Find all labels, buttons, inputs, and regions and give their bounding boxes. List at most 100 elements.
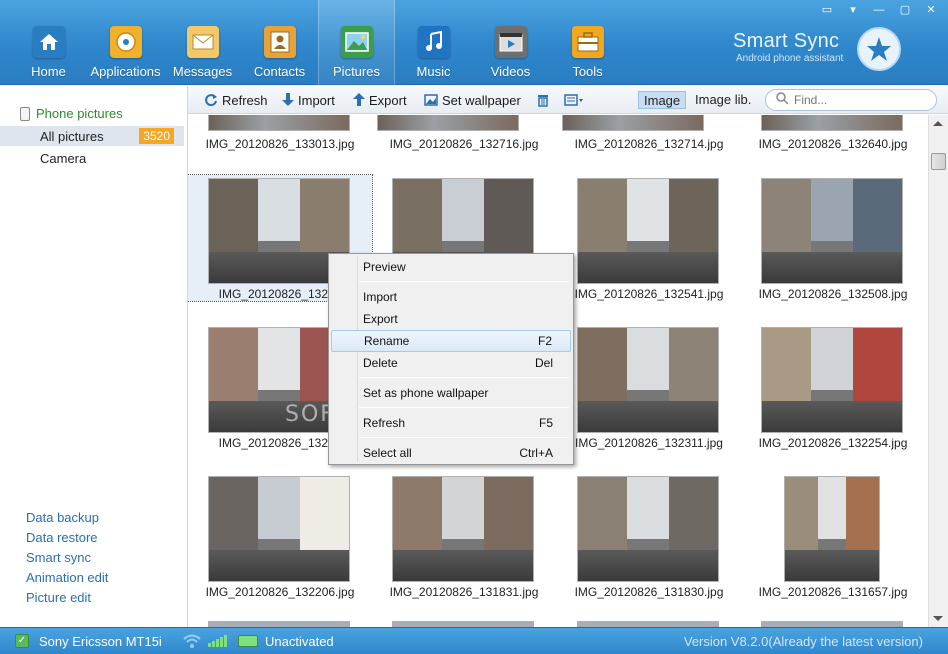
search-box[interactable] [765,89,937,111]
delete-button[interactable] [536,92,554,108]
nav-music-button[interactable]: Music [395,0,472,85]
nav-contacts-button[interactable]: Contacts [241,0,318,85]
menu-item-export[interactable]: Export [331,308,571,330]
animation-edit-link[interactable]: Animation edit [26,568,108,588]
menu-item-label: Select all [363,446,412,460]
refresh-button[interactable]: Refresh [204,92,268,108]
photo-frame [557,175,741,301]
photo-caption: IMG_20120826_131831.jpg [389,585,539,599]
nav-videos-button[interactable]: Videos [472,0,549,85]
photo-item[interactable]: IMG_20120826_131830.jpg [557,473,741,601]
export-button[interactable]: Export [353,92,407,108]
nav-pictures-button[interactable]: Pictures [318,0,395,85]
list-view-icon [564,93,584,107]
menu-separator [359,407,569,408]
nav-applications-button[interactable]: Applications [87,0,164,85]
photo-item[interactable]: IMG_20120826_132206.jpg [188,473,372,601]
nav-label: Messages [172,64,233,79]
sidebar-item-label: Camera [40,150,87,166]
nav-label: Tools [572,64,603,79]
menu-item-set-as-phone-wallpaper[interactable]: Set as phone wallpaper [331,382,571,404]
dropdown-icon[interactable]: ▾ [842,2,864,18]
scroll-up-icon[interactable] [933,121,943,126]
photo-frame [741,324,925,450]
menu-item-label: Delete [363,356,398,370]
thumbnail[interactable] [377,115,519,131]
photo-item[interactable]: IMG_20120826_132311.jpg [557,324,741,452]
photo-thumbnail [577,178,719,284]
phone-icon [20,106,30,121]
menu-item-select-all[interactable]: Select all Ctrl+A [331,442,571,464]
set-wallpaper-button[interactable]: Set wallpaper [424,92,521,108]
data-restore-link[interactable]: Data restore [26,528,108,548]
photo-thumbnail [577,476,719,582]
menu-item-label: Set as phone wallpaper [363,386,489,400]
wifi-icon [182,633,202,652]
vertical-scrollbar[interactable] [928,115,948,627]
thumbnail[interactable] [562,115,704,131]
photo-caption: IMG_20120826_132541.jpg [574,287,724,301]
view-image-lib-toggle[interactable]: Image lib. [690,91,756,109]
photo-item[interactable]: IMG_20120826_132508.jpg [741,175,925,303]
menu-separator [359,281,569,282]
menu-separator [359,377,569,378]
photo-item[interactable]: IMG_20120826_132541.jpg [557,175,741,303]
photo-frame [557,324,741,450]
photo-thumbnail [761,178,903,284]
maximize-icon[interactable]: ▢ [894,2,916,18]
sidebar-item-all-pictures[interactable]: All pictures 3520 [0,126,184,146]
menu-item-delete[interactable]: Delete Del [331,352,571,374]
main-nav: Home Applications Messages Contacts Pictures… [10,0,626,85]
smart-sync-link[interactable]: Smart sync [26,548,108,568]
photo-thumbnail [577,327,719,433]
import-button[interactable]: Import [282,92,335,108]
nav-label: Applications [90,64,161,79]
photo-frame [372,473,556,599]
music-icon [417,26,450,58]
photo-item[interactable]: IMG_20120826_131831.jpg [372,473,556,601]
nav-tools-button[interactable]: Tools [549,0,626,85]
photo-caption: IMG_20120826_132508.jpg [758,287,908,301]
photo-caption: IMG_20120826_132716.jpg [389,137,539,151]
import-icon [282,93,294,107]
nav-label: Contacts [253,64,306,79]
data-backup-link[interactable]: Data backup [26,508,108,528]
photo-frame [741,175,925,301]
menu-item-rename[interactable]: Rename F2 [331,330,571,352]
photo-item[interactable]: IMG_20120826_131657.jpg [741,473,925,601]
nav-home-button[interactable]: Home [10,0,87,85]
photo-item[interactable]: IMG_20120826_132254.jpg [741,324,925,452]
view-mode-dropdown[interactable] [564,92,588,108]
menu-item-refresh[interactable]: Refresh F5 [331,412,571,434]
photo-caption: IMG_20120826_132311.jpg [575,436,723,450]
trash-icon [536,93,550,107]
menu-icon[interactable]: ▭ [816,2,838,18]
photo-frame [188,473,372,599]
photo-caption: IMG_20120826_133013.jpg [205,137,355,151]
view-image-toggle[interactable]: Image [638,91,687,109]
close-icon[interactable]: ✕ [920,2,942,18]
photo-caption: IMG_20120826_132640.jpg [758,137,908,151]
menu-item-shortcut: Del [534,356,553,370]
search-input[interactable] [794,93,924,107]
photo-thumbnail [392,476,534,582]
scroll-down-icon[interactable] [933,616,943,621]
connected-check-icon: ✓ [15,634,29,648]
nav-messages-button[interactable]: Messages [164,0,241,85]
picture-edit-link[interactable]: Picture edit [26,588,108,608]
menu-item-import[interactable]: Import [331,286,571,308]
scroll-thumb[interactable] [931,153,946,170]
minimize-icon[interactable]: — [868,2,890,18]
menu-item-shortcut: Ctrl+A [519,446,553,460]
tree-root-phone-pictures[interactable]: Phone pictures [20,106,123,121]
sidebar-item-camera[interactable]: Camera [0,148,184,168]
thumbnail[interactable] [761,115,903,131]
messages-icon [186,26,219,58]
brand-subtitle: Android phone assistant [736,53,844,64]
import-label: Import [298,92,335,108]
brand-logo-icon [857,27,901,71]
nav-label: Home [31,64,66,79]
thumbnail[interactable] [208,115,350,131]
menu-item-preview[interactable]: Preview [331,256,571,278]
photo-thumbnail [761,327,903,433]
